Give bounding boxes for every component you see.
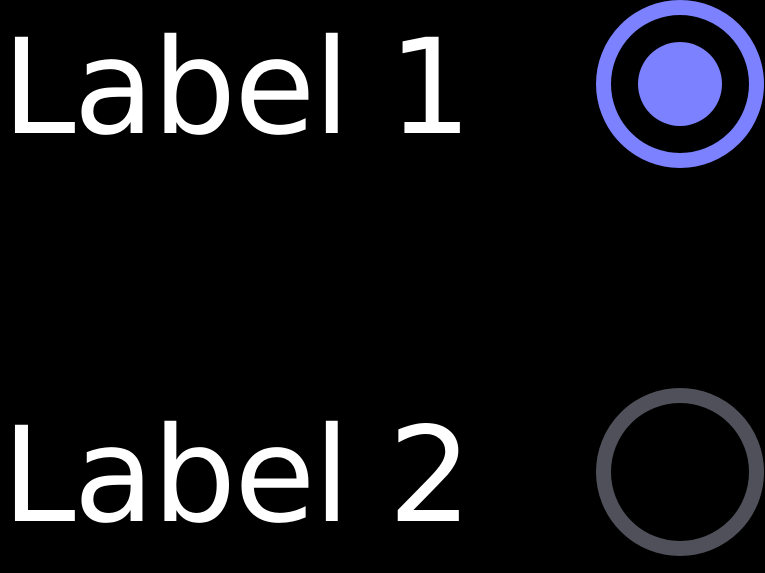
radio-option-1[interactable]: Label 1 <box>0 0 765 180</box>
radio-button-unchecked[interactable] <box>596 388 764 556</box>
radio-option-label: Label 2 <box>2 399 472 553</box>
radio-button-checked[interactable] <box>596 0 764 168</box>
radio-selected-dot-icon <box>638 42 722 126</box>
radio-option-2[interactable]: Label 2 <box>0 388 765 568</box>
radio-option-label: Label 1 <box>2 11 472 165</box>
